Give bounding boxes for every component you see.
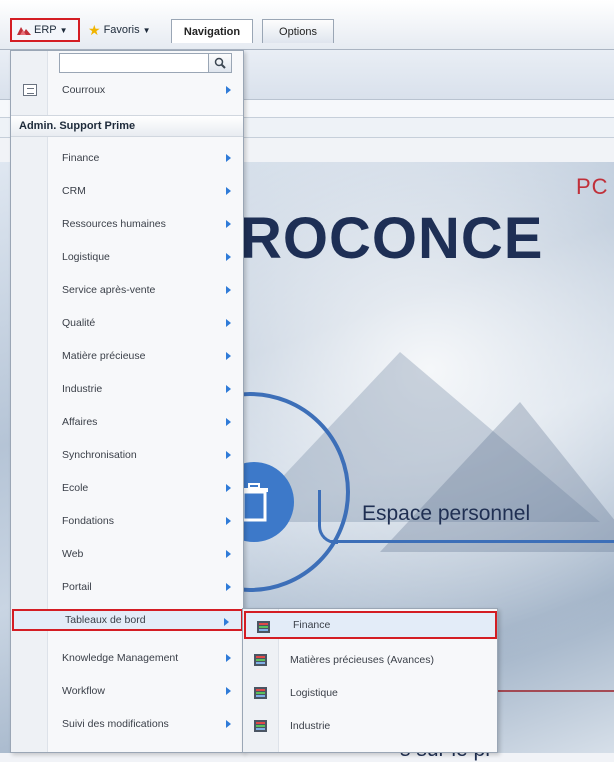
hero-title: ROCONCE [240,206,544,271]
submenu-item-logistique[interactable]: Logistique [243,679,497,707]
menu-item-workflow[interactable]: Workflow [11,680,243,702]
favoris-menu-button[interactable]: ★ Favoris ▼ [83,18,168,42]
dashboard-icon [254,720,267,732]
menu-item-logistique[interactable]: Logistique [11,246,243,268]
dashboard-icon [254,687,267,699]
chevron-right-icon [224,618,229,626]
chevron-right-icon [226,352,231,360]
tab-options-label: Options [279,25,317,38]
decorative-line [330,540,614,543]
submenu-item-label: Matières précieuses (Avances) [290,654,434,666]
chevron-right-icon [226,654,231,662]
menu-item-ecole[interactable]: Ecole [11,477,243,499]
star-icon: ★ [88,21,101,38]
menu-item-industrie[interactable]: Industrie [11,378,243,400]
chevron-right-icon [226,583,231,591]
chevron-down-icon: ▼ [59,25,68,35]
menu-item-suivi-des-modifications[interactable]: Suivi des modifications [11,713,243,735]
menu-item-label: Qualité [62,317,96,329]
decorative-curve [318,490,338,544]
submenu-item-finance[interactable]: Finance [244,611,497,639]
submenu-item-label: Industrie [290,720,331,732]
menu-item-crm[interactable]: CRM [11,180,243,202]
erp-dropdown-menu: Courroux Admin. Support Prime Finance CR… [10,50,244,753]
erp-menu-button[interactable]: ERP ▼ [10,18,80,42]
chevron-right-icon [226,86,231,94]
menu-item-label: Fondations [62,515,114,527]
chevron-right-icon [226,220,231,228]
menu-item-label: Knowledge Management [62,652,179,664]
menu-item-label: CRM [62,185,86,197]
search-icon [214,57,226,69]
menu-item-ressources-humaines[interactable]: Ressources humaines [11,213,243,235]
mail-window-icon [23,84,37,96]
menu-item-qualite[interactable]: Qualité [11,312,243,334]
menu-item-synchronisation[interactable]: Synchronisation [11,444,243,466]
menu-item-fondations[interactable]: Fondations [11,510,243,532]
chevron-right-icon [226,154,231,162]
menu-item-matiere-precieuse[interactable]: Matière précieuse [11,345,243,367]
tab-navigation[interactable]: Navigation [171,19,253,43]
chevron-right-icon [226,319,231,327]
submenu-item-label: Finance [293,619,331,631]
mountain-shape [380,402,614,552]
menu-item-label: Logistique [62,251,110,263]
menu-section-header: Admin. Support Prime [11,115,243,137]
chevron-right-icon [226,385,231,393]
chevron-right-icon [226,720,231,728]
menu-item-label: Finance [62,152,100,164]
menu-item-label: Service après-vente [62,284,156,296]
espace-personnel-link[interactable]: Espace personnel [362,502,530,526]
menu-item-label: Synchronisation [62,449,137,461]
submenu-item-matieres-precieuses[interactable]: Matières précieuses (Avances) [243,646,497,674]
menu-item-label: Ressources humaines [62,218,166,230]
favoris-label: Favoris [103,24,140,36]
menu-item-label: Ecole [62,482,89,494]
menu-item-label: Suivi des modifications [62,718,169,730]
chevron-down-icon: ▼ [142,25,151,35]
menu-item-affaires[interactable]: Affaires [11,411,243,433]
hero-partial-heading: PC [576,174,609,199]
menu-item-courroux[interactable]: Courroux [11,79,243,101]
menu-item-knowledge-management[interactable]: Knowledge Management [11,647,243,669]
chevron-right-icon [226,517,231,525]
menu-item-label: Industrie [62,383,103,395]
chevron-right-icon [226,418,231,426]
chevron-right-icon [226,286,231,294]
chevron-right-icon [226,451,231,459]
menu-item-web[interactable]: Web [11,543,243,565]
menu-item-label: Portail [62,581,92,593]
menu-search-button[interactable] [208,53,232,73]
erp-menu-label: ERP [34,24,57,36]
menu-item-label: Matière précieuse [62,350,146,362]
dashboard-submenu: Finance Matières précieuses (Avances) Lo… [242,608,498,753]
menu-item-label: Affaires [62,416,98,428]
chevron-right-icon [226,253,231,261]
menu-item-portail[interactable]: Portail [11,576,243,598]
menu-item-service-apres-vente[interactable]: Service après-vente [11,279,243,301]
chevron-right-icon [226,687,231,695]
submenu-item-industrie[interactable]: Industrie [243,712,497,740]
chevron-right-icon [226,187,231,195]
tab-options[interactable]: Options [262,19,334,43]
menu-item-label: Web [62,548,84,560]
top-toolbar: ERP ▼ ★ Favoris ▼ Navigation Options [0,0,614,50]
menu-search-input[interactable] [59,53,209,73]
chevron-right-icon [226,484,231,492]
chevron-right-icon [226,550,231,558]
dashboard-icon [254,654,267,666]
tab-navigation-label: Navigation [183,25,241,38]
submenu-item-label: Logistique [290,687,338,699]
menu-item-finance[interactable]: Finance [11,147,243,169]
menu-item-label: Courroux [62,84,106,96]
menu-item-label: Tableaux de bord [65,614,146,626]
erp-logo-icon [17,27,31,35]
menu-item-tableaux-de-bord[interactable]: Tableaux de bord [12,609,243,631]
dashboard-icon [257,621,270,633]
menu-item-label: Workflow [62,685,105,697]
